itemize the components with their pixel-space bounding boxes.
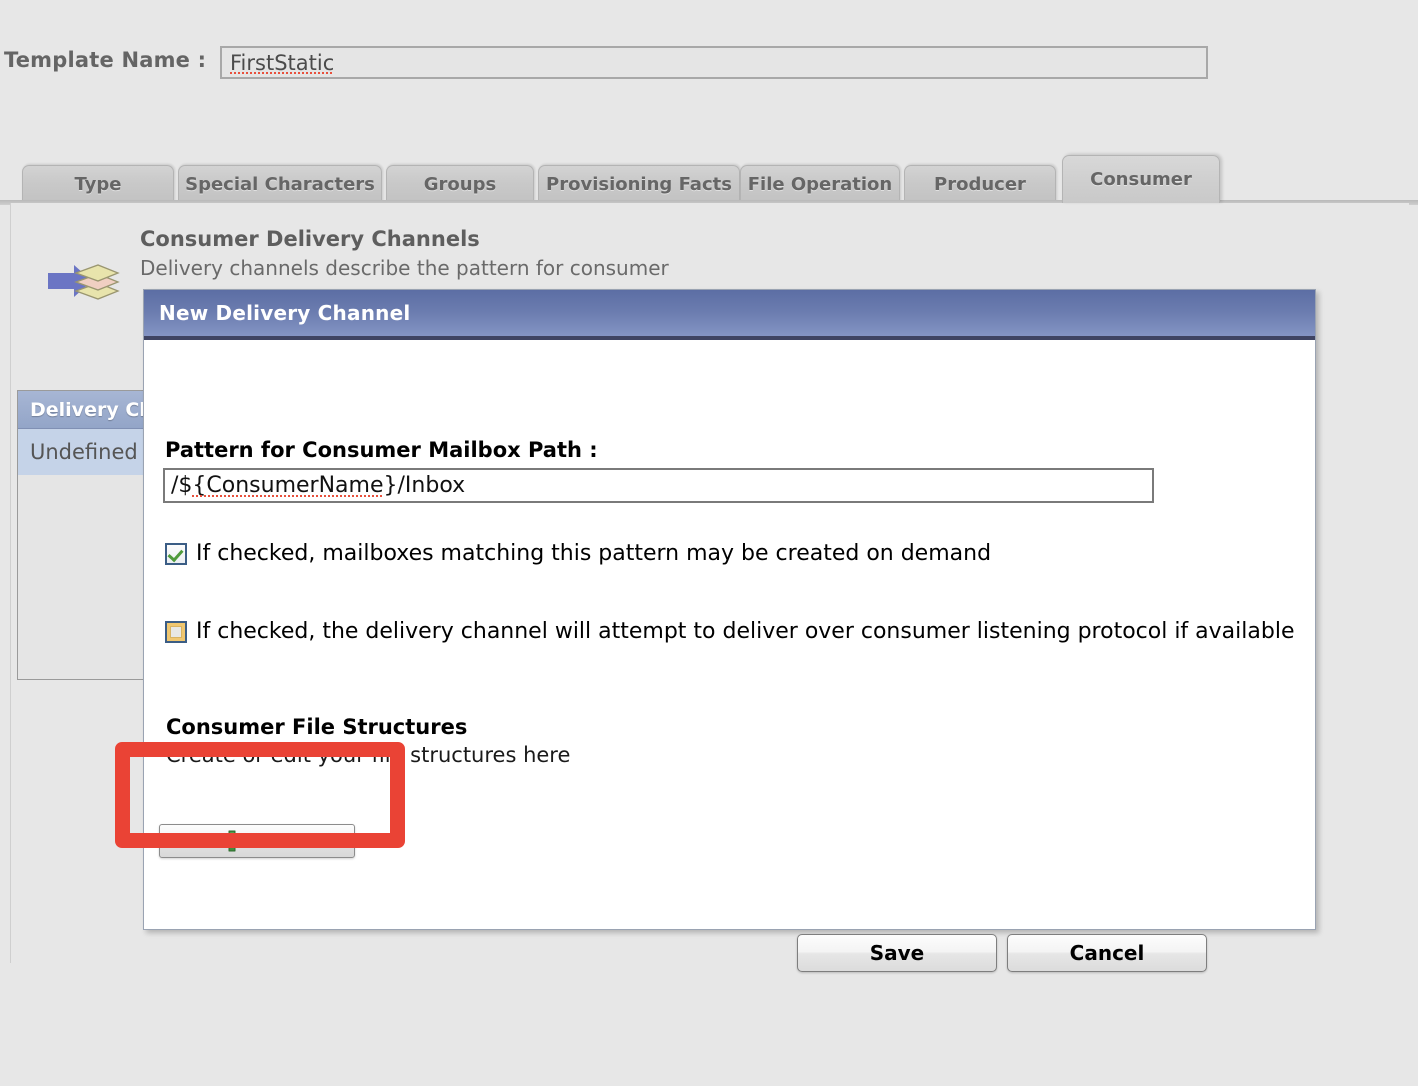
dialog-title-bar: New Delivery Channel — [144, 290, 1315, 340]
section-subtitle: Delivery channels describe the pattern f… — [140, 256, 669, 280]
add-button[interactable]: Add — [159, 824, 355, 858]
template-name-value-wrap: FirstStatic — [230, 51, 335, 75]
green-plus-icon — [221, 830, 243, 852]
listening-protocol-label: If checked, the delivery channel will at… — [196, 619, 1295, 644]
template-name-input[interactable]: FirstStatic — [220, 46, 1208, 79]
cancel-button[interactable]: Cancel — [1007, 934, 1207, 972]
create-on-demand-row[interactable]: If checked, mailboxes matching this patt… — [165, 541, 991, 567]
tab-groups[interactable]: Groups — [386, 165, 534, 203]
section-title: Consumer Delivery Channels — [140, 227, 480, 251]
listening-protocol-row[interactable]: If checked, the delivery channel will at… — [165, 619, 1294, 645]
dialog-title: New Delivery Channel — [159, 301, 411, 325]
template-name-row: Template Name : FirstStatic — [0, 40, 1418, 90]
layers-arrow-icon — [48, 264, 120, 300]
tab-type[interactable]: Type — [22, 165, 174, 203]
file-structures-subtitle: Create or edit your file structures here — [166, 743, 571, 767]
tab-file-operation[interactable]: File Operation — [740, 165, 900, 203]
listening-protocol-checkbox[interactable] — [165, 621, 187, 643]
add-button-label: Add — [251, 830, 294, 852]
save-button[interactable]: Save — [797, 934, 997, 972]
tab-provisioning-facts[interactable]: Provisioning Facts — [538, 165, 740, 203]
dialog-body: Pattern for Consumer Mailbox Path : /${C… — [144, 340, 1315, 972]
pattern-value-token: {ConsumerName — [192, 473, 384, 498]
pattern-input[interactable]: /${ConsumerName}/Inbox — [163, 468, 1154, 503]
new-delivery-channel-dialog: New Delivery Channel Pattern for Consume… — [143, 289, 1316, 972]
pattern-label: Pattern for Consumer Mailbox Path : — [165, 438, 598, 462]
create-on-demand-checkbox[interactable] — [165, 543, 187, 565]
tab-bar: Type Special Characters Groups Provision… — [0, 155, 1418, 203]
tab-producer[interactable]: Producer — [904, 165, 1056, 203]
template-name-value: FirstStatic — [230, 51, 335, 75]
tab-special-characters[interactable]: Special Characters — [178, 165, 382, 203]
pattern-value-wrap: /${ConsumerName}/Inbox — [171, 473, 466, 498]
tab-consumer[interactable]: Consumer — [1062, 155, 1220, 203]
file-structures-title: Consumer File Structures — [166, 715, 468, 739]
template-name-label: Template Name : — [4, 48, 207, 72]
create-on-demand-label: If checked, mailboxes matching this patt… — [196, 541, 992, 566]
